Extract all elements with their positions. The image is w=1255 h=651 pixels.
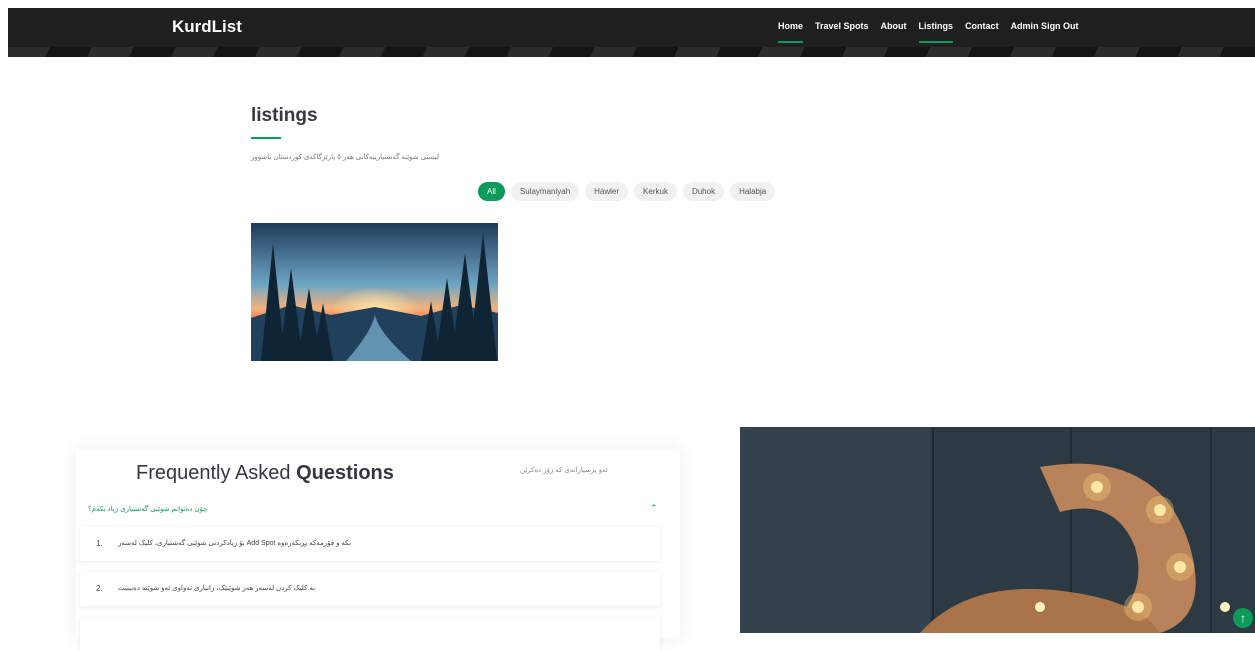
faq-answer-item: 2. بە کلیک کردن لەسەر هەر شوێنێک، زانیار… [80, 572, 660, 606]
filter-all[interactable]: All [478, 182, 505, 201]
nav-admin-sign-out[interactable]: Admin Sign Out [1011, 21, 1079, 43]
title-underline [251, 137, 281, 139]
faq-answer-item [80, 617, 660, 651]
listing-card-image[interactable] [251, 223, 498, 361]
page-subtitle: لیستی شوێنە گەشتیارییەکانی هەر ٥ پارێزگا… [251, 154, 440, 161]
filter-hawler[interactable]: Hawler [585, 182, 629, 201]
site-logo[interactable]: KurdList [172, 17, 242, 37]
answer-number: 1. [96, 539, 103, 548]
filter-sulaymaniyah[interactable]: Sulaymaniyah [510, 182, 580, 201]
chevron-up-icon[interactable]: ⌃ [650, 503, 658, 514]
back-to-top-button[interactable]: ↑ [1233, 608, 1253, 628]
top-navbar: KurdList Home Travel Spots About Listing… [8, 8, 1255, 57]
faq-title: Frequently Asked Questions [136, 462, 394, 484]
city-filters: All Sulaymaniyah Hawler Kerkuk Duhok Hal… [478, 182, 776, 201]
nav-about[interactable]: About [881, 21, 907, 43]
arrow-up-icon: ↑ [1240, 611, 1246, 625]
forest-sunset-image [251, 223, 498, 361]
nav-travel-spots[interactable]: Travel Spots [815, 21, 869, 43]
filter-halabja[interactable]: Halabja [730, 182, 776, 201]
main-nav: Home Travel Spots About Listings Contact… [778, 21, 1091, 43]
answer-text: بۆ زیادکردنی شوێنی گەشتیاری، کلیک لەسەر … [118, 540, 351, 547]
nav-home[interactable]: Home [778, 21, 804, 43]
filter-duhok[interactable]: Duhok [682, 182, 725, 201]
header-stripes [8, 47, 1255, 57]
marquee-letter-photo [740, 427, 1255, 633]
answer-text: بە کلیک کردن لەسەر هەر شوێنێک، زانیاری ت… [118, 585, 316, 592]
faq-answer-item: 1. بۆ زیادکردنی شوێنی گەشتیاری، کلیک لەس… [80, 527, 660, 561]
nav-contact[interactable]: Contact [965, 21, 999, 43]
filter-kerkuk[interactable]: Kerkuk [634, 182, 677, 201]
nav-listings[interactable]: Listings [918, 21, 953, 43]
page-title: listings [251, 105, 318, 126]
answer-number: 2. [96, 584, 103, 593]
marquee-letter-image [740, 427, 1255, 633]
faq-question[interactable]: چۆن دەتوانم شوێنی گەشتیاری زیاد بکەم؟ [88, 505, 207, 513]
faq-side-text: ئەو پرسیارانەی کە زۆر دەکرێن [520, 467, 608, 474]
